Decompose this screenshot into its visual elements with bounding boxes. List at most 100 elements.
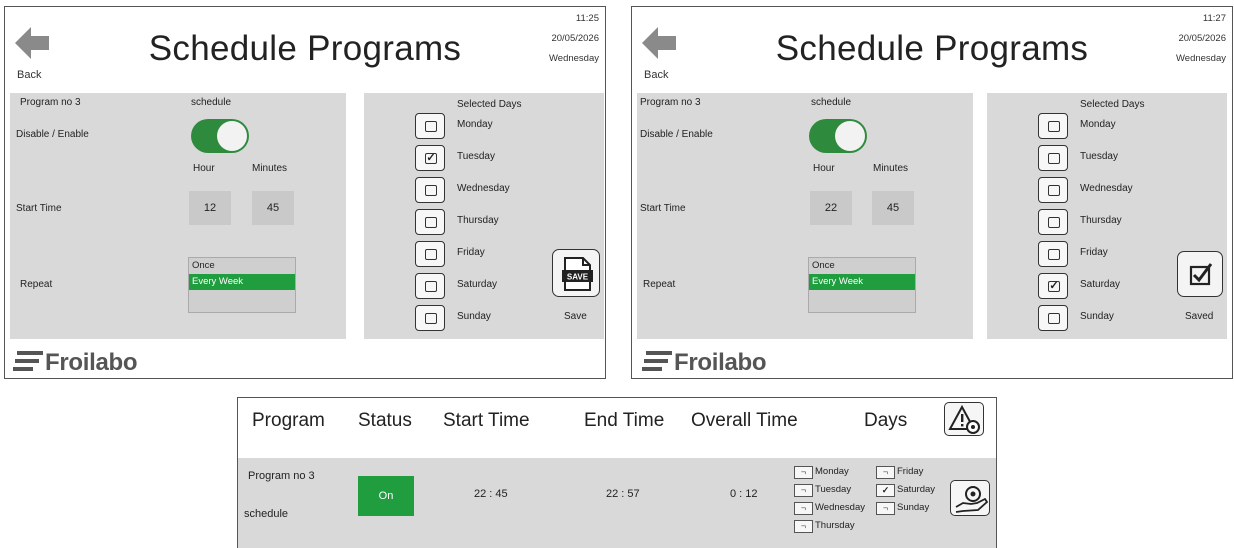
day-label: Wednesday [1080, 183, 1133, 194]
selected-days-label: Selected Days [457, 99, 522, 110]
clock-time: 11:25 [575, 13, 599, 24]
empty-box-icon: ¬ [794, 502, 813, 515]
empty-box-icon: ¬ [876, 466, 895, 479]
day-checkbox-monday[interactable] [1038, 113, 1068, 139]
clock-time: 11:27 [1202, 13, 1226, 24]
day-checkbox-thursday[interactable] [1038, 209, 1068, 235]
schedule-screen-editing: Back Schedule Programs 11:25 20/05/2026 … [4, 6, 606, 379]
day-checkbox-tuesday[interactable]: ✓ [415, 145, 445, 171]
empty-box-icon [425, 313, 437, 324]
save-icon-text: SAVE [567, 273, 589, 282]
repeat-list[interactable]: Once Every Week [808, 257, 916, 313]
checkmark-icon: ✓ [425, 152, 437, 164]
day-checkbox-tuesday[interactable] [1038, 145, 1068, 171]
program-name: schedule [811, 97, 852, 108]
day-checkbox-monday[interactable] [415, 113, 445, 139]
repeat-option-every-week[interactable]: Every Week [809, 274, 915, 290]
repeat-option-empty[interactable] [189, 290, 295, 306]
enable-toggle[interactable] [191, 119, 249, 153]
toggle-knob [835, 121, 865, 151]
clock-weekday: Wednesday [549, 53, 599, 64]
header-days: Days [864, 410, 908, 431]
day-checkbox-friday[interactable] [1038, 241, 1068, 267]
day-checkbox-thursday[interactable] [415, 209, 445, 235]
enable-label: Disable / Enable [640, 129, 713, 140]
status-day-label: Friday [897, 466, 924, 477]
start-hour-input[interactable]: 22 [810, 191, 852, 225]
status-day-label: Saturday [897, 484, 936, 495]
page-title: Schedule Programs [775, 29, 1089, 68]
minutes-label: Minutes [252, 163, 288, 174]
day-checkbox-saturday[interactable] [415, 273, 445, 299]
program-number-label: Program no 3 [640, 97, 701, 108]
minutes-label: Minutes [873, 163, 909, 174]
repeat-list[interactable]: Once Every Week [188, 257, 296, 313]
day-label: Thursday [457, 215, 499, 226]
empty-box-icon [1048, 153, 1060, 164]
day-label: Tuesday [457, 151, 495, 162]
saved-label: Saved [1185, 311, 1214, 322]
empty-box-icon: ¬ [794, 466, 813, 479]
header-overall-time: Overall Time [691, 410, 798, 431]
start-hour-input[interactable]: 12 [189, 191, 231, 225]
warning-gear-icon [948, 404, 980, 434]
row-start-time: 22 : 45 [474, 488, 508, 500]
repeat-label: Repeat [643, 279, 676, 290]
clock-weekday: Wednesday [1176, 53, 1226, 64]
hour-label: Hour [813, 163, 835, 174]
repeat-label: Repeat [20, 279, 53, 290]
page-title: Schedule Programs [148, 29, 462, 68]
empty-box-icon [425, 281, 437, 292]
repeat-option-once[interactable]: Once [189, 258, 295, 274]
day-checkbox-sunday[interactable] [1038, 305, 1068, 331]
alarm-settings-button[interactable] [944, 402, 984, 436]
day-label: Monday [1080, 119, 1116, 130]
header-status: Status [358, 410, 412, 431]
row-end-time: 22 : 57 [606, 488, 640, 500]
day-label: Saturday [1080, 279, 1121, 290]
saved-button[interactable] [1177, 251, 1223, 297]
empty-box-icon [1048, 249, 1060, 260]
day-checkbox-sunday[interactable] [415, 305, 445, 331]
start-minutes-input[interactable]: 45 [872, 191, 914, 225]
save-label: Save [564, 311, 587, 322]
day-checkbox-wednesday[interactable] [1038, 177, 1068, 203]
hand-gear-icon [955, 486, 989, 513]
checkmark-icon [1189, 263, 1213, 286]
repeat-option-every-week[interactable]: Every Week [189, 274, 295, 290]
enable-toggle[interactable] [809, 119, 867, 153]
checkmark-icon: ✓ [1048, 280, 1060, 292]
clock: 11:25 20/05/2026 Wednesday [549, 9, 599, 69]
checkmark-icon: ✓ [876, 484, 895, 497]
status-day-label: Thursday [815, 520, 855, 531]
day-label: Wednesday [457, 183, 510, 194]
repeat-option-once[interactable]: Once [809, 258, 915, 274]
day-label: Sunday [1080, 311, 1114, 322]
header-start-time: Start Time [443, 410, 530, 431]
empty-box-icon: ¬ [876, 502, 895, 515]
day-checkbox-saturday[interactable]: ✓ [1038, 273, 1068, 299]
status-day-label: Wednesday [815, 502, 865, 513]
repeat-option-empty[interactable] [809, 290, 915, 306]
save-button[interactable]: SAVE [552, 249, 600, 297]
program-number-label: Program no 3 [20, 97, 81, 108]
day-checkbox-wednesday[interactable] [415, 177, 445, 203]
selected-days-panel: Selected Days Monday Tuesday Wednesday Thur… [987, 93, 1227, 339]
row-overall-time: 0 : 12 [730, 488, 758, 500]
back-label: Back [644, 69, 669, 81]
empty-box-icon [425, 121, 437, 132]
status-on-badge[interactable]: On [358, 476, 414, 516]
day-label: Tuesday [1080, 151, 1118, 162]
empty-box-icon: ¬ [794, 484, 813, 497]
program-settings-button[interactable] [950, 480, 990, 516]
save-file-icon: SAVE [562, 257, 593, 291]
day-checkbox-friday[interactable] [415, 241, 445, 267]
empty-box-icon [425, 185, 437, 196]
row-program-label: Program no 3 [248, 470, 315, 482]
program-status-screen: Program Status Start Time End Time Overa… [237, 397, 997, 548]
program-row[interactable]: Program no 3 schedule 22 : 45 22 : 57 0 … [238, 458, 996, 548]
start-minutes-input[interactable]: 45 [252, 191, 294, 225]
logo-text: Froilabo [45, 349, 138, 376]
logo-bars-icon [642, 351, 672, 371]
empty-box-icon [1048, 313, 1060, 324]
